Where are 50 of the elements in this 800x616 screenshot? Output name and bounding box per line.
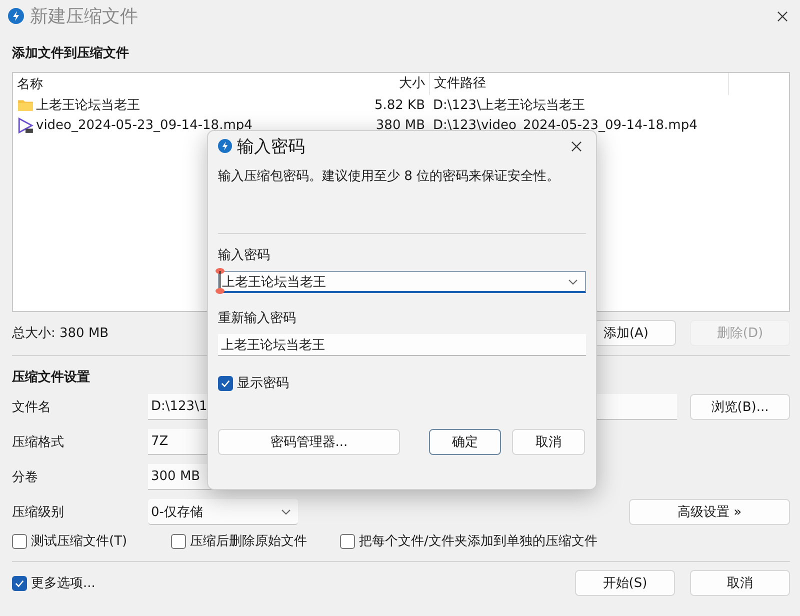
file-path: D:\123\video_2024-05-23_09-14-18.mp4 bbox=[432, 118, 698, 132]
field-label: 重新输入密码 bbox=[218, 310, 297, 327]
password-field[interactable]: 上老王论坛当老王 bbox=[218, 334, 586, 356]
video-file-icon bbox=[17, 116, 34, 134]
section-heading: 添加文件到压缩文件 bbox=[12, 44, 129, 62]
dialog-message: 输入压缩包密码。建议使用至少 8 位的密码来保证安全性。 bbox=[218, 168, 561, 185]
file-name[interactable]: 上老王论坛当老王 bbox=[36, 96, 140, 114]
field-label: 输入密码 bbox=[218, 247, 271, 264]
chevron-down-icon bbox=[568, 278, 578, 284]
file-size: 380 MB bbox=[374, 118, 426, 132]
password-field[interactable]: 上老王论坛当老王 bbox=[218, 271, 586, 293]
field-label: 压缩格式 bbox=[12, 434, 65, 451]
dialog-title: 输入密码 bbox=[237, 136, 305, 158]
column-header[interactable]: 名称 bbox=[13, 75, 351, 93]
dialog-button[interactable]: 密码管理器... bbox=[218, 429, 400, 455]
check-icon bbox=[220, 378, 231, 388]
checkbox-label[interactable]: 测试压缩文件(T) bbox=[31, 532, 128, 550]
window-title: 新建压缩文件 bbox=[30, 5, 138, 28]
footer-button[interactable]: 开始(S) bbox=[575, 570, 675, 596]
checkbox[interactable] bbox=[12, 576, 27, 590]
file-size: 5.82 KB bbox=[373, 98, 426, 112]
checkbox[interactable] bbox=[171, 534, 186, 548]
checkbox-label[interactable]: 显示密码 bbox=[237, 374, 289, 392]
browse-button[interactable]: 浏览(B)... bbox=[690, 394, 790, 420]
close-icon bbox=[777, 10, 788, 22]
file-name[interactable]: video_2024-05-23_09-14-18.mp4 bbox=[36, 118, 252, 132]
file-path: D:\123\上老王论坛当老王 bbox=[432, 97, 586, 114]
section-heading: 压缩文件设置 bbox=[12, 368, 90, 386]
field-label: 压缩级别 bbox=[12, 504, 65, 521]
dialog-button[interactable]: 取消 bbox=[512, 429, 585, 455]
total-size: 总大小: 380 MB bbox=[12, 325, 109, 342]
checkbox-label[interactable]: 把每个文件/文件夹添加到单独的压缩文件 bbox=[359, 532, 598, 550]
checkbox[interactable] bbox=[340, 534, 355, 548]
checkbox[interactable] bbox=[218, 376, 233, 390]
advanced-settings-button[interactable]: 高级设置 » bbox=[629, 499, 790, 525]
checkbox[interactable] bbox=[12, 534, 27, 548]
footer-button[interactable]: 取消 bbox=[690, 570, 790, 596]
close-icon bbox=[571, 140, 582, 152]
checkbox-label[interactable]: 更多选项... bbox=[31, 574, 96, 592]
chevron-down-icon bbox=[281, 508, 291, 514]
field-label: 文件名 bbox=[12, 399, 52, 416]
app-icon bbox=[218, 139, 232, 153]
check-icon bbox=[14, 578, 25, 588]
checkbox-label[interactable]: 压缩后删除原始文件 bbox=[190, 532, 307, 550]
column-header[interactable]: 大小 bbox=[351, 73, 430, 95]
field-label: 分卷 bbox=[12, 469, 39, 486]
dropdown-field[interactable]: 0-仅存储 bbox=[148, 499, 298, 525]
dialog-button[interactable]: 确定 bbox=[429, 429, 501, 455]
column-header[interactable]: 文件路径 bbox=[430, 73, 729, 95]
app-icon bbox=[8, 8, 24, 24]
